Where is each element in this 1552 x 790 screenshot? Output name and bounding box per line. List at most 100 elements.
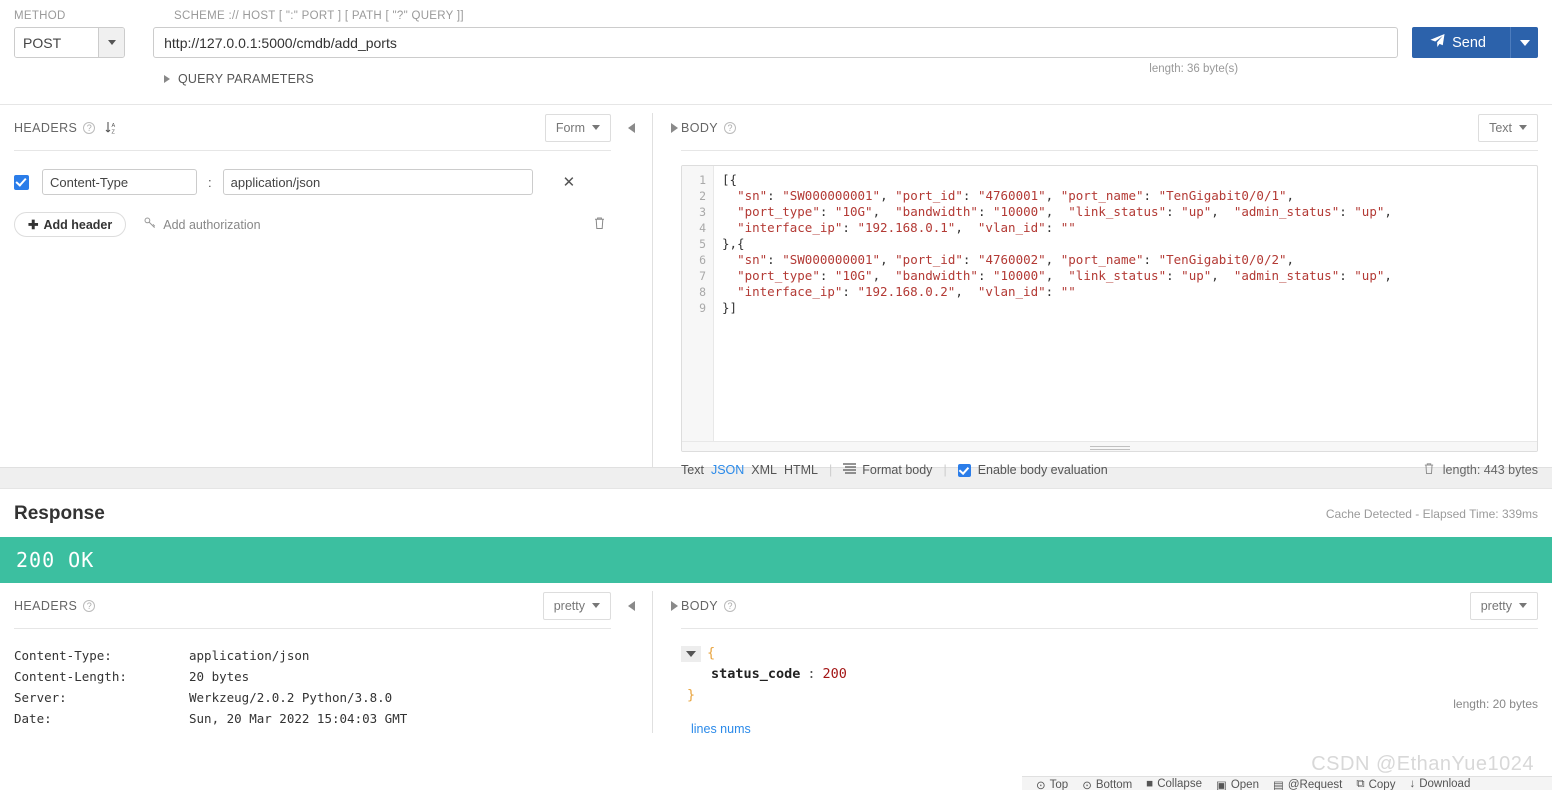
chevron-right-icon xyxy=(164,75,170,83)
request-body-view-mode[interactable]: Text xyxy=(1478,113,1538,142)
response-body-view-mode-label: pretty xyxy=(1480,598,1512,613)
send-button-group: Send xyxy=(1412,27,1538,58)
response-header-value: Sun, 20 Mar 2022 15:04:03 GMT xyxy=(189,711,408,726)
format-xml-button[interactable]: XML xyxy=(751,463,777,477)
format-body-button[interactable]: Format body xyxy=(843,463,932,477)
code-line: [{ xyxy=(722,172,738,187)
question-mark-icon[interactable]: ? xyxy=(724,121,737,134)
toolbar-download-button[interactable]: ↓ Download xyxy=(1409,778,1470,790)
editor-resize-handle[interactable] xyxy=(682,441,1537,451)
chevron-down-icon xyxy=(592,125,600,130)
line-number: 7 xyxy=(699,269,706,283)
collapse-toggle-icon[interactable] xyxy=(681,645,701,662)
response-header-value: application/json xyxy=(189,648,310,663)
json-property-row: status_code : 200 xyxy=(681,664,1538,685)
collapse-right-icon[interactable] xyxy=(671,601,678,611)
header-enabled-checkbox[interactable] xyxy=(14,174,29,190)
response-header-row: Content-Type: application/json xyxy=(14,645,611,666)
format-body-label: Format body xyxy=(862,463,933,477)
add-header-label: Add header xyxy=(43,217,113,232)
response-bottom-toolbar: ⊙ Top ⊙ Bottom ■ Collapse ▣ Open ▤ @Request ⧉ Copy ↓… xyxy=(1022,776,1552,790)
method-value: POST xyxy=(15,28,99,57)
response-headers-view-mode[interactable]: pretty xyxy=(542,591,611,620)
request-body-length-group: length: 443 bytes xyxy=(1423,462,1538,478)
response-header-row: Content-Length: 20 bytes xyxy=(14,666,611,687)
response-headers-view-mode-label: pretty xyxy=(553,598,585,613)
code-line: "interface_ip": "192.168.0.1", "vlan_id"… xyxy=(737,220,1076,235)
response-status-bar: 200 OK xyxy=(0,537,1552,583)
paper-plane-icon xyxy=(1430,33,1445,52)
toolbar-item-label: Open xyxy=(1230,779,1259,790)
query-parameters-label: QUERY PARAMETERS xyxy=(178,72,314,86)
response-header-key: Server: xyxy=(14,690,67,705)
sort-alpha-icon[interactable]: A Z xyxy=(105,121,118,135)
code-line: "port_type": "10G", "bandwidth": "10000"… xyxy=(737,204,1392,219)
trash-icon[interactable] xyxy=(1423,462,1435,478)
enable-body-evaluation-checkbox[interactable] xyxy=(957,463,971,477)
query-parameters-toggle[interactable]: QUERY PARAMETERS xyxy=(164,72,1538,86)
toolbar-copy-button[interactable]: ⧉ Copy xyxy=(1356,778,1395,790)
header-key-input[interactable]: Content-Type xyxy=(42,169,197,195)
arrow-down-circle-icon: ⊙ xyxy=(1082,780,1092,790)
question-mark-icon[interactable]: ? xyxy=(724,599,737,612)
header-colon: : xyxy=(208,174,212,190)
line-number: 2 xyxy=(699,189,706,203)
collapse-icon: ■ xyxy=(1146,778,1154,790)
svg-text:A: A xyxy=(112,123,116,129)
response-headers-title: HEADERS xyxy=(14,598,78,613)
close-icon[interactable]: ✕ xyxy=(563,173,576,191)
format-text-button[interactable]: Text xyxy=(681,463,704,477)
response-panel-divider xyxy=(625,583,681,733)
line-number: 6 xyxy=(699,253,706,267)
request-body-code[interactable]: [{ "sn": "SW000000001", "port_id": "4760… xyxy=(714,166,1537,451)
toolbar-item-label: @Request xyxy=(1287,779,1343,790)
json-object-close-row: } xyxy=(681,685,1538,706)
field-labels: METHOD SCHEME :// HOST [ ":" PORT ] [ PA… xyxy=(14,10,1538,22)
chevron-down-icon xyxy=(1519,125,1527,130)
response-json-tree: { status_code : 200 } xyxy=(681,643,1538,706)
plus-icon: ✚ xyxy=(28,218,39,232)
line-number: 9 xyxy=(699,301,706,315)
response-meta: Cache Detected - Elapsed Time: 339ms xyxy=(1325,507,1538,521)
format-json-button[interactable]: JSON xyxy=(711,463,744,477)
request-body-panel: BODY ? Text 1 2 3 4 5 6 7 8 9 [{ "sn": "SW000000… xyxy=(681,105,1552,477)
response-header-row: Date: Sun, 20 Mar 2022 15:04:03 GMT xyxy=(14,708,611,729)
collapse-left-icon[interactable] xyxy=(628,123,635,133)
response-body-view-mode[interactable]: pretty xyxy=(1469,591,1538,620)
toolbar-bottom-button[interactable]: ⊙ Bottom xyxy=(1082,778,1132,790)
request-body-editor[interactable]: 1 2 3 4 5 6 7 8 9 [{ "sn": "SW000000001", "port_… xyxy=(681,165,1538,452)
send-options-toggle[interactable] xyxy=(1510,27,1538,58)
divider-line xyxy=(652,591,653,733)
method-select[interactable]: POST xyxy=(14,27,126,58)
divider: | xyxy=(943,463,947,477)
format-html-button[interactable]: HTML xyxy=(784,463,818,477)
response-headers-table: Content-Type: application/json Content-Len… xyxy=(14,645,611,729)
toolbar-top-button[interactable]: ⊙ Top xyxy=(1036,778,1068,790)
add-header-button[interactable]: ✚ Add header xyxy=(14,212,127,237)
add-authorization-button[interactable]: Add authorization xyxy=(144,217,261,232)
question-mark-icon[interactable]: ? xyxy=(83,121,96,134)
send-button[interactable]: Send xyxy=(1412,27,1510,58)
line-number: 1 xyxy=(699,173,706,187)
lines-nums-toggle[interactable]: lines nums xyxy=(691,722,1538,736)
response-header-key: Content-Type: xyxy=(14,648,112,663)
url-length-label: length: 36 byte(s) xyxy=(1149,63,1239,75)
code-line: "interface_ip": "192.168.0.2", "vlan_id"… xyxy=(737,284,1076,299)
collapse-right-icon[interactable] xyxy=(671,123,678,133)
response-title: Response xyxy=(14,503,105,524)
collapse-left-icon[interactable] xyxy=(628,601,635,611)
response-body-length: length: 20 bytes xyxy=(1453,697,1538,711)
url-input[interactable]: http://127.0.0.1:5000/cmdb/add_ports xyxy=(153,27,1399,58)
trash-icon[interactable] xyxy=(593,216,611,233)
method-dropdown-toggle[interactable] xyxy=(98,28,125,57)
toolbar-collapse-button[interactable]: ■ Collapse xyxy=(1146,778,1202,790)
response-header-key: Content-Length: xyxy=(14,669,127,684)
toolbar-open-button[interactable]: ▣ Open xyxy=(1216,778,1259,790)
request-section: METHOD SCHEME :// HOST [ ":" PORT ] [ PA… xyxy=(0,0,1552,86)
code-line: "port_type": "10G", "bandwidth": "10000"… xyxy=(737,268,1392,283)
request-icon: ▤ xyxy=(1272,780,1284,790)
question-mark-icon[interactable]: ? xyxy=(83,599,96,612)
request-headers-view-mode[interactable]: Form xyxy=(544,113,611,142)
header-value-input[interactable]: application/json xyxy=(222,169,533,195)
toolbar-request-button[interactable]: ▤ @Request xyxy=(1273,778,1342,790)
